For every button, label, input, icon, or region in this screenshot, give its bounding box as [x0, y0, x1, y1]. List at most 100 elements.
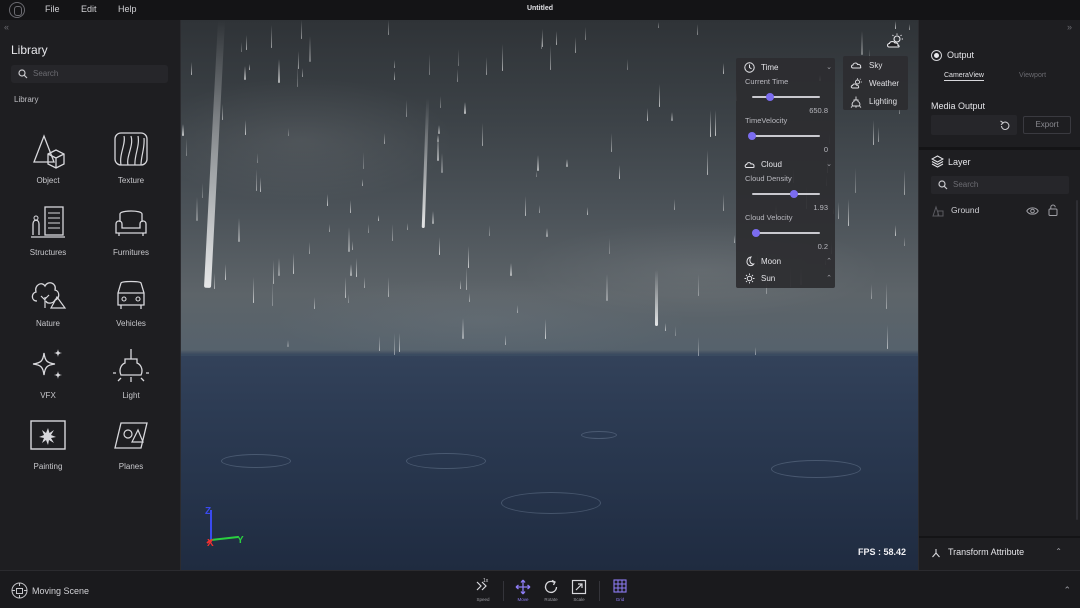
- rain-streak: [517, 305, 518, 313]
- time-velocity-slider[interactable]: [748, 132, 820, 140]
- library-item-label: Object: [36, 176, 60, 185]
- tab-viewport[interactable]: Viewport: [1019, 72, 1046, 79]
- current-time-slider[interactable]: [752, 93, 820, 101]
- rain-streak: [253, 277, 254, 303]
- rain-streak: [345, 277, 346, 298]
- chevron-down-icon[interactable]: ⌄: [826, 63, 832, 71]
- slider-knob[interactable]: [752, 229, 761, 237]
- refresh-icon[interactable]: [999, 120, 1011, 132]
- library-item-vfx[interactable]: VFX: [13, 347, 83, 407]
- rain-streak: [482, 123, 483, 146]
- object-icon: [33, 134, 65, 169]
- rain-streak: [536, 171, 537, 177]
- rain-streak: [895, 225, 896, 236]
- cloud-density-slider[interactable]: [752, 190, 820, 198]
- rain-streak: [314, 297, 315, 309]
- library-item-light[interactable]: Light: [96, 347, 166, 407]
- axis-y-label: Y: [237, 535, 244, 546]
- layer-row-ground[interactable]: Ground: [931, 204, 1076, 218]
- toolbar-divider: [599, 581, 600, 601]
- speed-button[interactable]: 1x Speed: [470, 578, 496, 605]
- rain-streak: [271, 25, 272, 48]
- layers-icon: [931, 155, 944, 168]
- rain-streak: [238, 218, 240, 242]
- tab-cameraview[interactable]: CameraView: [944, 72, 984, 81]
- media-output-label: Media Output: [931, 101, 986, 111]
- library-item-nature[interactable]: Nature: [13, 275, 83, 335]
- scale-button[interactable]: Scale: [566, 579, 592, 605]
- rotate-button[interactable]: Rotate: [538, 579, 564, 605]
- app-logo-icon[interactable]: [9, 2, 25, 18]
- library-item-painting[interactable]: Painting: [13, 418, 83, 478]
- rain-streak: [457, 69, 458, 82]
- eye-icon[interactable]: [1026, 206, 1039, 216]
- collapse-right-icon[interactable]: »: [1067, 22, 1072, 32]
- nature-icon: [31, 282, 67, 309]
- layer-search-input[interactable]: Search: [931, 176, 1069, 194]
- library-item-structures[interactable]: Structures: [13, 204, 83, 264]
- weather-toggle-icon[interactable]: [886, 33, 904, 49]
- rain-streak: [287, 340, 289, 347]
- planes-icon: [114, 422, 148, 449]
- section-divider: [919, 147, 1080, 150]
- move-button[interactable]: Move: [510, 579, 536, 605]
- chevron-up-icon[interactable]: ⌃: [826, 257, 832, 265]
- furnitures-icon: [115, 210, 147, 236]
- chevron-up-icon[interactable]: ⌃: [826, 274, 832, 282]
- menu-edit[interactable]: Edit: [81, 4, 97, 14]
- library-search-input[interactable]: Search: [11, 65, 168, 83]
- tool-label: Rotate: [544, 597, 558, 602]
- slider-knob[interactable]: [748, 132, 756, 140]
- rain-streak: [627, 59, 628, 70]
- collapse-left-icon[interactable]: «: [4, 22, 9, 32]
- rain-streak: [245, 120, 246, 135]
- rotate-icon: [544, 579, 558, 593]
- lock-icon[interactable]: [1048, 204, 1058, 216]
- moon-header-label: Moon: [761, 257, 782, 266]
- cloud-velocity-slider[interactable]: [752, 229, 820, 237]
- rain-streak: [606, 274, 608, 301]
- search-icon: [938, 180, 948, 190]
- library-item-planes[interactable]: Planes: [96, 418, 166, 478]
- scale-icon: [571, 579, 587, 595]
- grid-button[interactable]: Grid: [607, 579, 633, 605]
- export-button[interactable]: Export: [1023, 116, 1071, 134]
- library-item-label: VFX: [40, 391, 56, 400]
- slider-knob[interactable]: [790, 190, 799, 198]
- rain-streak: [379, 336, 380, 351]
- menu-file[interactable]: File: [45, 4, 60, 14]
- library-item-furnitures[interactable]: Furnitures: [96, 204, 166, 264]
- chevron-down-icon[interactable]: ⌄: [826, 160, 832, 168]
- rain-streak: [838, 202, 839, 219]
- light-icon: [113, 349, 149, 382]
- slider-knob[interactable]: [766, 93, 775, 101]
- sky-menu-item-weather[interactable]: Weather: [850, 78, 899, 91]
- bottom-toolbar: Moving Scene 1x Speed Move Rotate Scale …: [0, 570, 1080, 608]
- library-item-object[interactable]: Object: [13, 132, 83, 192]
- rain-streak: [272, 281, 273, 306]
- scene-viewport[interactable]: Z Y X FPS : 58.42 Time ⌄ Current Time 65…: [181, 20, 918, 570]
- rain-streak: [348, 294, 349, 303]
- rain-streak: [505, 335, 506, 345]
- rain-streak: [542, 29, 543, 47]
- library-item-label: Furnitures: [112, 248, 149, 257]
- library-item-vehicles[interactable]: Vehicles: [96, 275, 166, 335]
- rain-streak: [715, 110, 716, 136]
- sky-menu: Sky Weather Lighting: [843, 56, 908, 110]
- library-item-texture[interactable]: Texture: [96, 132, 166, 192]
- rain-streak: [468, 246, 469, 268]
- library-heading: Library: [11, 43, 48, 57]
- rain-streak: [458, 49, 459, 66]
- rain-streak: [388, 20, 389, 35]
- rain-streak: [364, 277, 365, 288]
- output-radio[interactable]: [931, 50, 942, 61]
- menu-help[interactable]: Help: [118, 4, 137, 14]
- sky-menu-item-lighting[interactable]: Lighting: [850, 96, 897, 110]
- chevron-up-icon[interactable]: ⌃: [1055, 547, 1062, 556]
- layer-scrollbar[interactable]: [1076, 200, 1078, 520]
- water-ripple: [581, 431, 617, 439]
- time-velocity-label: TimeVelocity: [745, 116, 788, 125]
- sky-menu-item-sky[interactable]: Sky: [850, 60, 882, 72]
- rain-streak: [432, 211, 434, 224]
- expand-panel-icon[interactable]: ⌃: [1063, 585, 1071, 596]
